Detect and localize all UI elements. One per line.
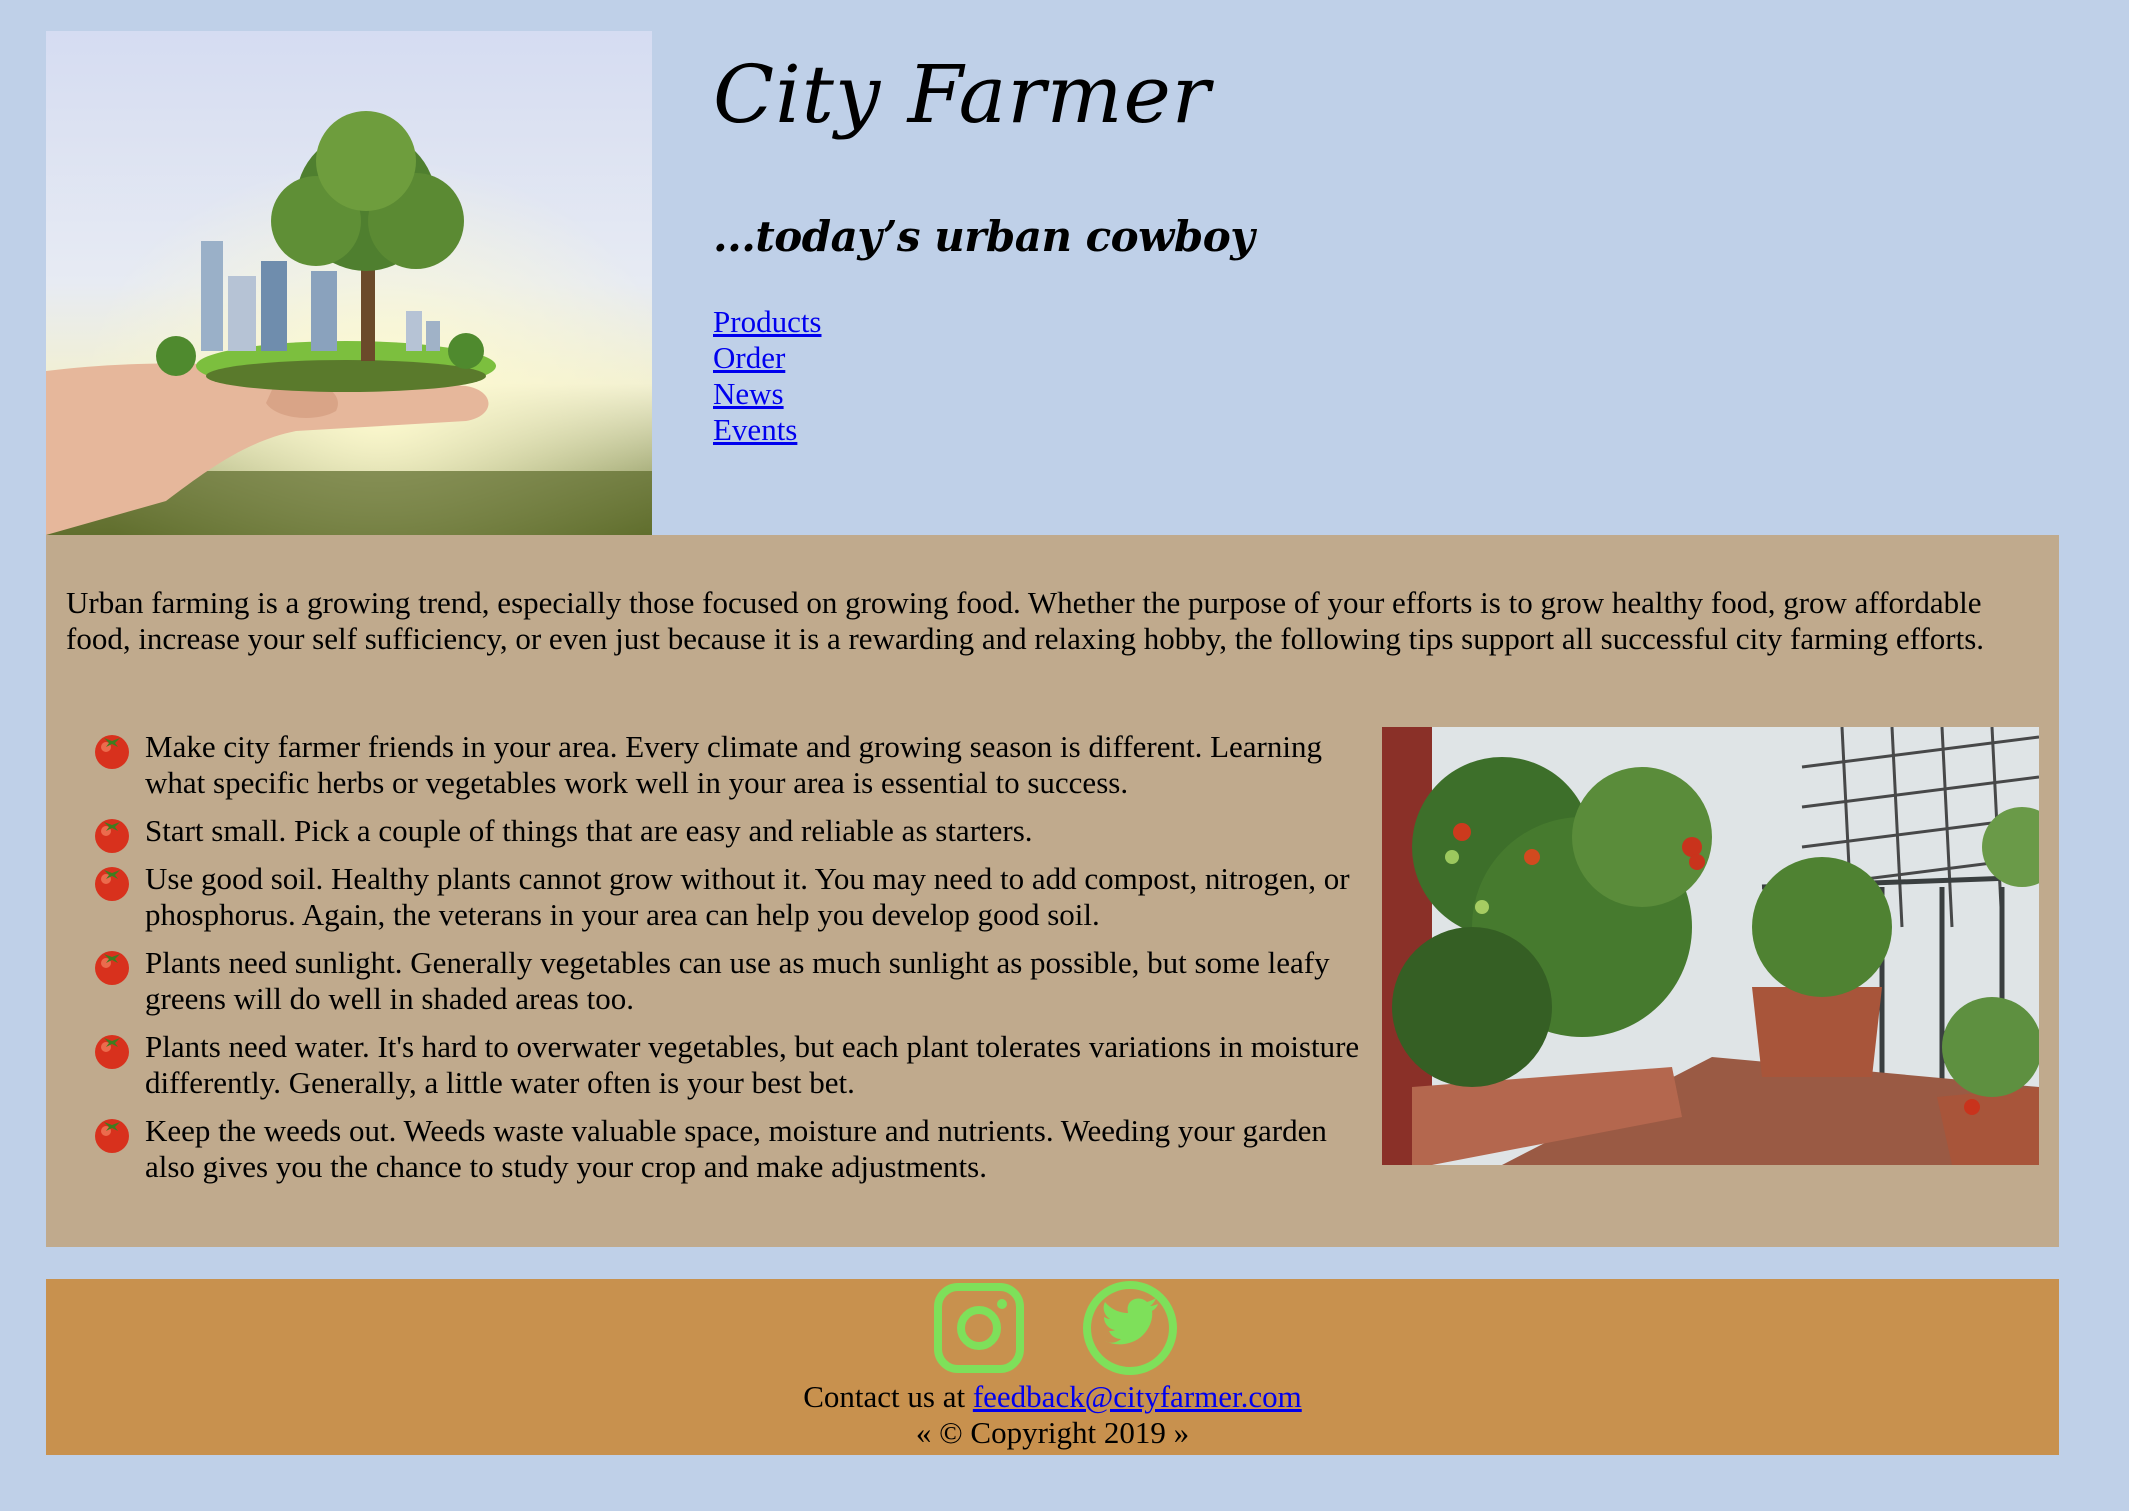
list-item: Make city farmer friends in your area. E… (91, 729, 1371, 801)
contact-prefix: Contact us at (803, 1379, 966, 1414)
contact-email-link[interactable]: feedback@cityfarmer.com (973, 1379, 1302, 1414)
list-item: Plants need sunlight. Generally vegetabl… (91, 945, 1371, 1017)
intro-paragraph: Urban farming is a growing trend, especi… (66, 585, 1985, 656)
site-title: City Farmer (713, 48, 1212, 141)
tomato-icon (91, 729, 133, 771)
hand-holding-city-tree-image (46, 31, 652, 535)
tip-text: Plants need water. It's hard to overwate… (145, 1029, 1360, 1100)
footer: Contact us at feedback@cityfarmer.com « … (46, 1279, 2059, 1455)
nav-link-events[interactable]: Events (713, 412, 822, 448)
tomato-icon (91, 813, 133, 855)
tomato-icon (91, 1029, 133, 1071)
twitter-icon[interactable] (1081, 1279, 1179, 1377)
contact-line: Contact us at feedback@cityfarmer.com (46, 1379, 2059, 1415)
title-block: City Farmer ...today’s urban cowboy (713, 40, 1255, 261)
list-item: Use good soil. Healthy plants cannot gro… (91, 861, 1371, 933)
garden-image (1382, 727, 2039, 1165)
list-item: Keep the weeds out. Weeds waste valuable… (91, 1113, 1371, 1185)
tip-text: Plants need sunlight. Generally vegetabl… (145, 945, 1330, 1016)
balcony-tomato-garden-image (1382, 727, 2039, 1165)
instagram-icon[interactable] (930, 1279, 1028, 1377)
tip-text: Start small. Pick a couple of things tha… (145, 813, 1033, 848)
list-item: Plants need water. It's hard to overwate… (91, 1029, 1371, 1101)
tips-list: Make city farmer friends in your area. E… (91, 729, 1371, 1197)
main-content: Urban farming is a growing trend, especi… (46, 535, 2059, 1247)
tip-text: Use good soil. Healthy plants cannot gro… (145, 861, 1350, 932)
nav-link-order[interactable]: Order (713, 340, 822, 376)
tip-text: Keep the weeds out. Weeds waste valuable… (145, 1113, 1327, 1184)
nav-link-news[interactable]: News (713, 376, 822, 412)
tomato-icon (91, 861, 133, 903)
copyright: « © Copyright 2019 » (915, 1415, 1190, 1450)
site-tagline: ...today’s urban cowboy (713, 212, 1255, 261)
main-nav: Products Order News Events (713, 304, 822, 448)
tomato-icon (91, 1113, 133, 1155)
tip-text: Make city farmer friends in your area. E… (145, 729, 1322, 800)
nav-link-products[interactable]: Products (713, 304, 822, 340)
list-item: Start small. Pick a couple of things tha… (91, 813, 1371, 853)
tomato-icon (91, 945, 133, 987)
hero-image (46, 31, 652, 535)
social-links (46, 1279, 2059, 1377)
